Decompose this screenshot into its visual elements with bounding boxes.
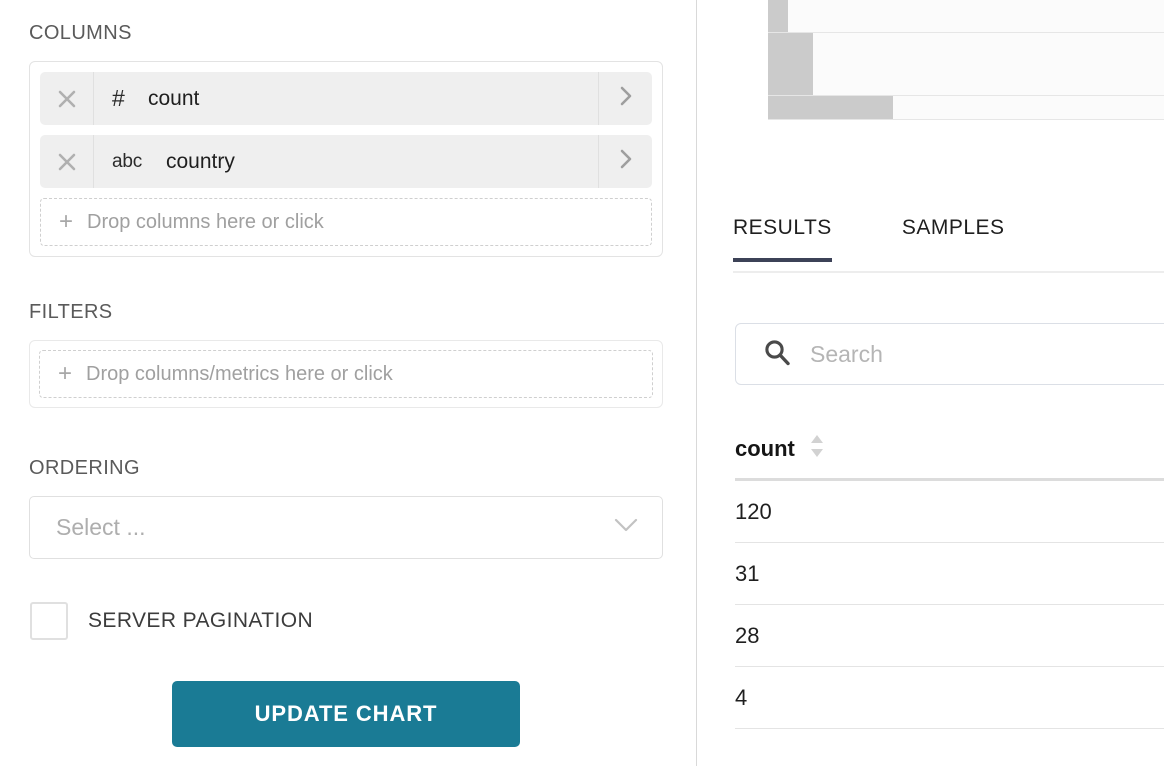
chevron-right-icon <box>616 84 636 113</box>
column-name: country <box>166 150 235 174</box>
server-pagination-row[interactable]: SERVER PAGINATION <box>30 602 313 640</box>
column-item-count[interactable]: # count <box>40 72 652 125</box>
tabs-underline <box>733 271 1164 273</box>
text-type-icon: abc <box>112 151 152 173</box>
search-input[interactable]: Search <box>735 323 1164 385</box>
chart-preview-table: 17 35 <box>768 0 1164 120</box>
chevron-right-icon <box>616 147 636 176</box>
sort-icon[interactable] <box>809 433 825 464</box>
results-column-label: count <box>735 436 795 462</box>
columns-drop-zone[interactable]: + Drop columns here or click <box>40 198 652 246</box>
columns-box: # count <box>29 61 663 257</box>
remove-column-country-button[interactable] <box>40 135 94 188</box>
expand-column-count-button[interactable] <box>598 72 652 125</box>
superset-explore-screen: COLUMNS # count <box>0 0 1164 766</box>
table-row: 31 <box>735 543 1164 605</box>
control-panel: COLUMNS # count <box>0 0 697 766</box>
ordering-select[interactable]: Select ... <box>29 496 663 559</box>
chevron-down-icon <box>612 516 640 539</box>
close-icon <box>56 88 78 110</box>
column-name: count <box>148 87 199 111</box>
table-row: 4 <box>735 667 1164 729</box>
ordering-section: ORDERING Select ... <box>29 457 663 559</box>
chart-row: 35 <box>768 33 1164 96</box>
server-pagination-label: SERVER PAGINATION <box>88 609 313 633</box>
filters-section: FILTERS + Drop columns/metrics here or c… <box>29 301 663 408</box>
search-icon <box>762 337 792 372</box>
numeric-type-icon: # <box>112 85 134 112</box>
filters-box: + Drop columns/metrics here or click <box>29 340 663 408</box>
results-table: count 120 31 28 4 <box>735 433 1164 729</box>
remove-column-count-button[interactable] <box>40 72 94 125</box>
expand-column-country-button[interactable] <box>598 135 652 188</box>
chart-bar <box>768 96 893 119</box>
table-row: 120 <box>735 481 1164 543</box>
chart-bar <box>768 0 788 32</box>
column-country-main[interactable]: abc country <box>94 135 598 188</box>
column-item-country[interactable]: abc country <box>40 135 652 188</box>
columns-drop-text: Drop columns here or click <box>87 211 324 234</box>
tab-results[interactable]: RESULTS <box>733 216 832 262</box>
chart-bar <box>768 33 813 95</box>
filters-label: FILTERS <box>29 301 663 324</box>
column-count-main[interactable]: # count <box>94 72 598 125</box>
table-row: 28 <box>735 605 1164 667</box>
plus-icon: + <box>58 362 72 386</box>
search-placeholder: Search <box>810 341 883 368</box>
results-column-header-count[interactable]: count <box>735 433 1164 481</box>
chart-row: 17 <box>768 0 1164 33</box>
columns-label: COLUMNS <box>29 22 663 45</box>
chart-row <box>768 96 1164 120</box>
filters-drop-text: Drop columns/metrics here or click <box>86 363 393 386</box>
columns-section: COLUMNS # count <box>29 22 663 257</box>
server-pagination-checkbox[interactable] <box>30 602 68 640</box>
filters-drop-zone[interactable]: + Drop columns/metrics here or click <box>39 350 653 398</box>
plus-icon: + <box>59 210 73 234</box>
ordering-select-placeholder: Select ... <box>56 514 145 541</box>
tab-samples[interactable]: SAMPLES <box>902 216 1005 262</box>
update-chart-button[interactable]: UPDATE CHART <box>172 681 520 747</box>
close-icon <box>56 151 78 173</box>
results-tabs: RESULTS SAMPLES <box>733 216 1164 262</box>
ordering-label: ORDERING <box>29 457 663 480</box>
